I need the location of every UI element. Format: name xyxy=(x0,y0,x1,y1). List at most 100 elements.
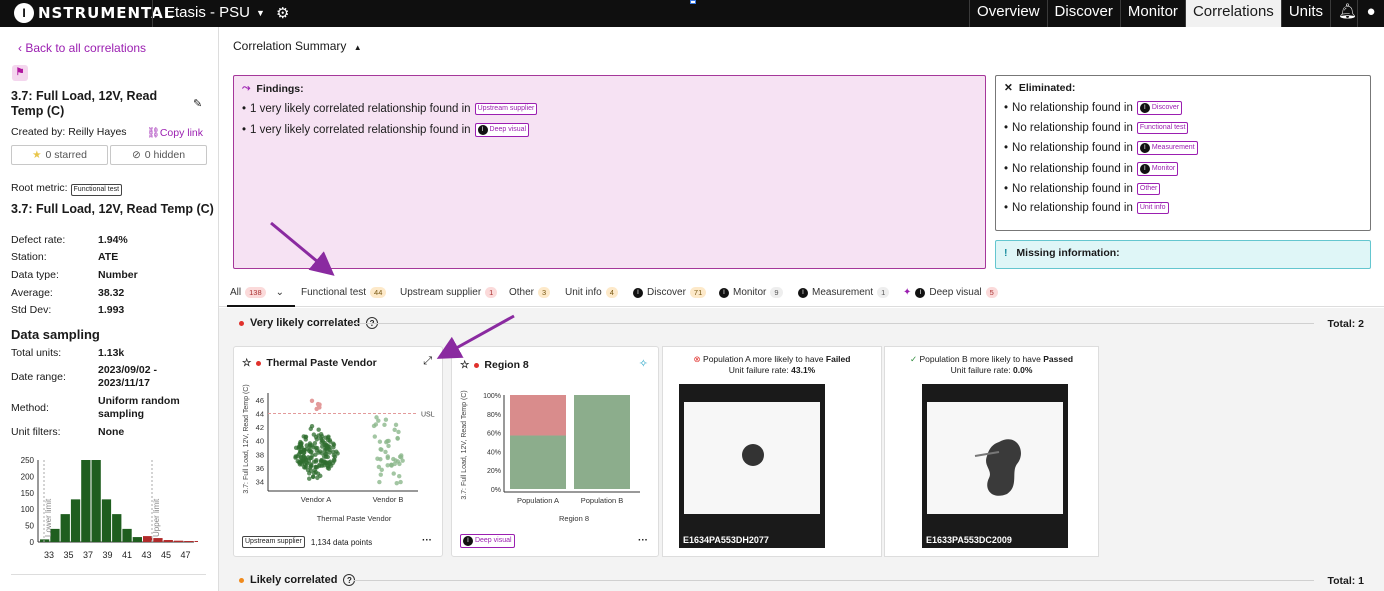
tab-monitor[interactable]: Monitor xyxy=(1119,0,1185,27)
data-point xyxy=(332,454,338,459)
expand-icon[interactable]: ⤢ xyxy=(423,355,432,368)
data-point xyxy=(376,464,382,470)
data-point xyxy=(303,434,308,440)
y-tick-label: 46 xyxy=(256,396,264,405)
filter-tab-measurement[interactable]: I Measurement 1 xyxy=(798,287,890,298)
unit-photo[interactable]: E1634PA553DH2077 xyxy=(679,384,825,548)
copy-link[interactable]: ⛓Copy link xyxy=(146,126,203,139)
data-point xyxy=(315,445,320,451)
eliminated-text: No relationship found in xyxy=(1012,163,1133,175)
stat-value: Number xyxy=(98,269,138,281)
bullet-dot: • xyxy=(1004,163,1009,175)
caption-outcome: Failed xyxy=(825,354,851,364)
x-circle-icon: ⊗ xyxy=(693,354,701,364)
eliminated-tag[interactable]: I Discover xyxy=(1136,101,1183,115)
bullet-dot: • xyxy=(242,103,247,115)
tab-units[interactable]: Units xyxy=(1280,0,1330,27)
eliminated-text: No relationship found in xyxy=(1012,142,1133,154)
histogram-bar xyxy=(60,514,70,542)
card-title: ☆ Thermal Paste Vendor xyxy=(242,357,377,369)
tab-label: Discover xyxy=(647,287,686,298)
histogram-bar xyxy=(40,539,50,542)
starred-button[interactable]: ★ 0 starred xyxy=(11,145,108,165)
x-tick-label: Vendor B xyxy=(373,495,404,504)
failure-rate-value: 43.1% xyxy=(791,365,816,375)
correlation-card-thermal-paste[interactable]: ☆ Thermal Paste Vendor ⤢ 3.7: Full Load,… xyxy=(233,346,443,557)
star-outline-icon[interactable]: ☆ xyxy=(460,359,469,371)
data-point xyxy=(398,479,403,485)
filter-tab-other[interactable]: Other 3 xyxy=(509,287,551,298)
eliminated-tag[interactable]: I Monitor xyxy=(1136,162,1179,176)
instrumental-icon: I xyxy=(477,125,488,135)
card-footer: Upstream supplier 1,134 data points xyxy=(242,536,372,548)
bullet-dot: • xyxy=(242,124,247,136)
data-point xyxy=(393,422,399,428)
data-point xyxy=(307,471,312,476)
y-tick-label: 50 xyxy=(25,522,34,531)
tab-overview[interactable]: Overview xyxy=(969,0,1047,27)
instrumental-logo[interactable]: I NSTRUMENTAL xyxy=(14,2,174,24)
bell-icon[interactable]: 🔔︎ xyxy=(1330,0,1357,27)
more-icon[interactable]: ··· xyxy=(422,535,432,546)
eliminated-text: No relationship found in xyxy=(1012,183,1133,195)
tab-count: 1 xyxy=(485,287,498,298)
project-selector[interactable]: Etasis - PSU ▼ xyxy=(165,4,265,21)
star-outline-icon[interactable]: ☆ xyxy=(242,357,251,369)
magic-wand-icon[interactable]: ✧ xyxy=(639,357,648,370)
data-point xyxy=(319,434,325,439)
more-icon[interactable]: ··· xyxy=(638,535,648,546)
filter-tabs: All 138 ⌄ Functional test 44 Upstream suppl… xyxy=(219,281,1384,307)
sampling-key: Method: xyxy=(11,402,49,414)
eliminated-item: • No relationship found in Unit info xyxy=(1004,202,1362,214)
card-title-text: Region 8 xyxy=(484,359,529,371)
filter-tab-all[interactable]: All 138 ⌄ xyxy=(230,287,284,298)
check-circle-icon: ✓ xyxy=(909,354,918,364)
back-to-correlations-link[interactable]: ‹ Back to all correlations xyxy=(18,41,146,55)
data-point xyxy=(377,479,382,485)
example-image-population-b[interactable]: ✓ Population B more likely to have Passe… xyxy=(884,346,1099,557)
example-image-population-a[interactable]: ⊗ Population A more likely to have Faile… xyxy=(662,346,882,557)
histogram-bar-defect xyxy=(173,540,184,542)
data-point xyxy=(325,464,331,469)
stat-value: 1.993 xyxy=(98,304,125,316)
tab-correlations[interactable]: Correlations xyxy=(1184,0,1281,27)
stat-value: ATE xyxy=(98,251,119,263)
x-tick-label: Population A xyxy=(517,496,559,505)
filter-tab-discover[interactable]: I Discover 71 xyxy=(633,287,707,298)
card-tag[interactable]: I Deep visual xyxy=(460,534,515,548)
data-point xyxy=(375,456,380,461)
eliminated-tag[interactable]: Functional test xyxy=(1136,122,1189,134)
filter-tab-functional-test[interactable]: Functional test 44 xyxy=(301,287,387,298)
hidden-button[interactable]: ⊘ 0 hidden xyxy=(110,145,207,165)
data-point xyxy=(316,427,321,432)
card-tag[interactable]: Upstream supplier xyxy=(242,536,305,548)
user-icon[interactable]: ● xyxy=(1357,0,1384,27)
finding-tag[interactable]: I Deep visual xyxy=(474,123,530,137)
filter-tab-deep-visual[interactable]: ✦ I Deep visual 5 xyxy=(903,287,998,298)
missing-info-title: Missing information: xyxy=(1016,247,1120,259)
unit-photo[interactable]: E1633PA553DC2009 xyxy=(922,384,1068,548)
eliminated-tag[interactable]: Unit info xyxy=(1136,202,1169,214)
finding-tag[interactable]: Upstream supplier xyxy=(474,103,538,115)
pencil-icon[interactable]: ✎ xyxy=(193,97,202,110)
data-point xyxy=(389,462,394,468)
y-tick-label: 40% xyxy=(487,449,501,456)
lower-limit-label: Lower limit xyxy=(44,498,53,537)
stat-key: Data type: xyxy=(11,269,59,281)
filter-tab-monitor[interactable]: I Monitor 9 xyxy=(719,287,783,298)
sampling-key: Total units: xyxy=(11,347,62,359)
histogram-bar-defect xyxy=(194,541,198,542)
tab-discover[interactable]: Discover xyxy=(1046,0,1120,27)
correlation-card-region-8[interactable]: ☆ Region 8 ✧ 3.7: Full Load, 12V, Read T… xyxy=(451,346,659,557)
filter-tab-upstream-supplier[interactable]: Upstream supplier 1 xyxy=(400,287,498,298)
gear-icon[interactable]: ⚙ xyxy=(276,4,289,22)
eliminated-tag[interactable]: Other xyxy=(1136,183,1161,195)
filter-tab-unit-info[interactable]: Unit info 4 xyxy=(565,287,618,298)
failure-rate-value: 0.0% xyxy=(1013,365,1033,375)
correlation-summary-toggle[interactable]: Correlation Summary ▲ xyxy=(233,39,362,53)
y-tick-label: 100 xyxy=(21,505,35,514)
data-point-outlier xyxy=(309,398,315,403)
main-content: Correlation Summary ▲ ⤳ Findings: • 1 ve… xyxy=(219,27,1384,591)
eliminated-item: • No relationship found in I Discover xyxy=(1004,101,1362,115)
eliminated-tag[interactable]: I Measurement xyxy=(1136,141,1198,155)
